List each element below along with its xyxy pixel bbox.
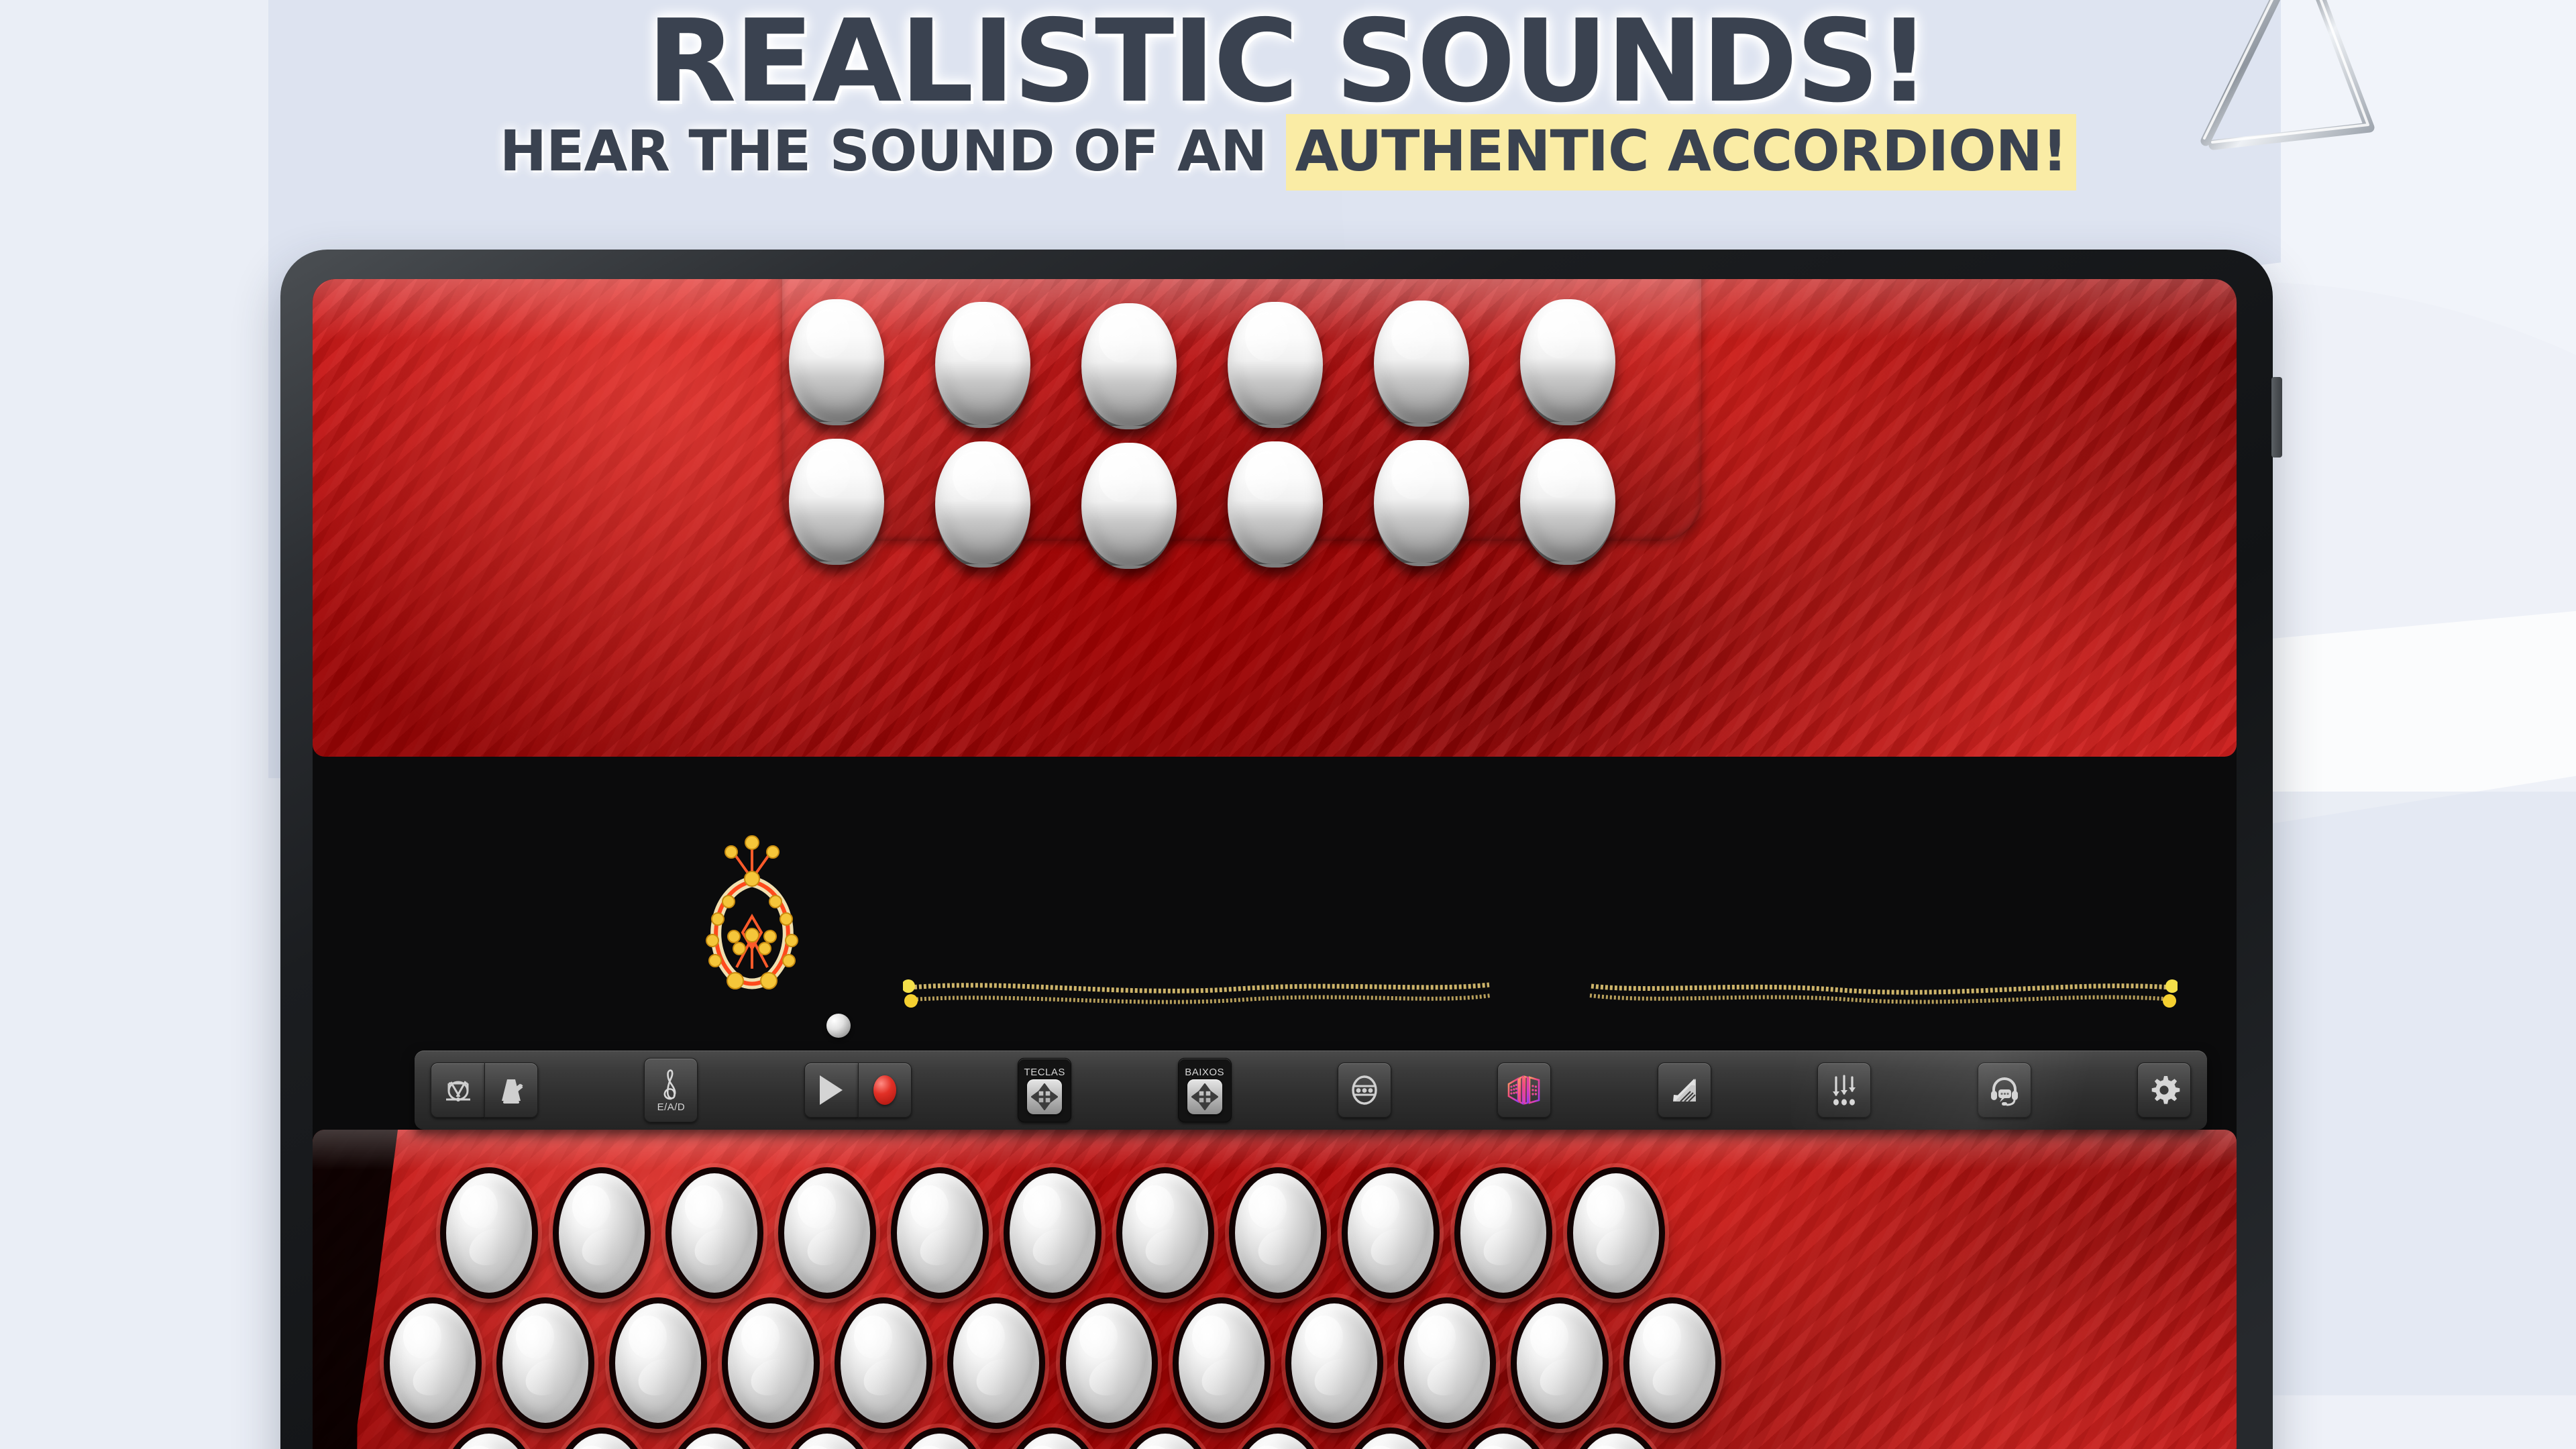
bass-move-label: BAIXOS <box>1185 1066 1225 1078</box>
treble-key[interactable] <box>891 1167 989 1299</box>
treble-key[interactable] <box>1004 1428 1102 1449</box>
treble-key[interactable] <box>778 1167 876 1299</box>
power-button[interactable] <box>2271 377 2282 458</box>
accordion-icon <box>1505 1073 1543 1107</box>
headset-icon <box>1988 1073 2021 1107</box>
app-toolbar: E/A/D TECLAS BAIXOS <box>415 1051 2207 1130</box>
treble-key-grid <box>384 1167 2237 1449</box>
settings[interactable] <box>2137 1063 2192 1118</box>
mixer[interactable] <box>1817 1063 1872 1118</box>
treble-key[interactable] <box>384 1297 482 1429</box>
metronome-icon <box>495 1074 527 1106</box>
bass-button[interactable] <box>1520 439 1615 565</box>
transport-group <box>804 1063 912 1118</box>
treble-keyboard-panel <box>313 1130 2237 1449</box>
keys-move-label: TECLAS <box>1024 1066 1065 1078</box>
treble-key[interactable] <box>722 1297 820 1429</box>
bass-button[interactable] <box>1374 440 1469 566</box>
record-button[interactable] <box>857 1063 912 1118</box>
accordion-app: E/A/D TECLAS BAIXOS <box>313 279 2237 1449</box>
gold-filigree-ornament <box>695 829 809 1010</box>
bass-button[interactable] <box>935 302 1030 428</box>
move-arrows-icon <box>1187 1079 1222 1114</box>
treble-key[interactable] <box>1511 1297 1609 1429</box>
treble-key[interactable] <box>440 1167 538 1299</box>
treble-key[interactable] <box>778 1428 876 1449</box>
treble-key[interactable] <box>553 1167 651 1299</box>
tambourine-toggle[interactable] <box>1338 1063 1392 1118</box>
gold-filigree-wave <box>1587 977 2178 1014</box>
metronome-toggle[interactable] <box>484 1063 538 1118</box>
bass-button[interactable] <box>789 299 884 425</box>
support[interactable] <box>1977 1063 2031 1118</box>
treble-key[interactable] <box>1285 1297 1383 1429</box>
move-arrows-icon <box>1027 1079 1063 1114</box>
tuning-selector-label: E/A/D <box>657 1101 686 1113</box>
treble-key[interactable] <box>1342 1167 1440 1299</box>
treble-key[interactable] <box>1567 1428 1665 1449</box>
tablet-device: E/A/D TECLAS BAIXOS <box>280 250 2282 1449</box>
treble-key[interactable] <box>1116 1428 1214 1449</box>
treble-key[interactable] <box>1004 1167 1102 1299</box>
drum-muted-icon <box>442 1074 474 1106</box>
treble-key[interactable] <box>665 1428 763 1449</box>
bass-button[interactable] <box>1374 301 1469 427</box>
treble-key[interactable] <box>496 1297 594 1429</box>
bellows-arrow-icon <box>1668 1073 1701 1107</box>
treble-key[interactable] <box>553 1428 651 1449</box>
sliders-icon <box>1828 1073 1860 1107</box>
treble-key[interactable] <box>1173 1297 1271 1429</box>
treble-key[interactable] <box>1623 1297 1721 1429</box>
treble-key[interactable] <box>1342 1428 1440 1449</box>
percussion-toggle[interactable] <box>431 1063 484 1118</box>
treble-key[interactable] <box>1567 1167 1665 1299</box>
bass-button[interactable] <box>1228 302 1323 428</box>
tambourine-icon <box>1347 1073 1382 1108</box>
instrument-select[interactable] <box>1497 1063 1552 1118</box>
bass-button[interactable] <box>1081 443 1177 569</box>
play-icon <box>820 1075 843 1105</box>
treble-key[interactable] <box>1060 1297 1158 1429</box>
bass-button[interactable] <box>1081 303 1177 429</box>
bass-button[interactable] <box>789 439 884 565</box>
gold-filigree-wave <box>903 977 1493 1014</box>
treble-key[interactable] <box>1229 1428 1327 1449</box>
bass-button-grid <box>789 299 1695 569</box>
bass-move[interactable]: BAIXOS <box>1177 1058 1232 1122</box>
treble-key[interactable] <box>1454 1428 1552 1449</box>
bass-panel <box>313 279 2237 1038</box>
treble-key[interactable] <box>1454 1167 1552 1299</box>
treble-clef-icon <box>659 1068 682 1100</box>
treble-key[interactable] <box>665 1167 763 1299</box>
bass-button[interactable] <box>1520 299 1615 425</box>
treble-key[interactable] <box>835 1297 932 1429</box>
gear-icon <box>2147 1073 2181 1107</box>
treble-key[interactable] <box>609 1297 707 1429</box>
play-button[interactable] <box>804 1063 858 1118</box>
record-icon <box>873 1075 896 1105</box>
bass-button[interactable] <box>935 441 1030 568</box>
keys-move[interactable]: TECLAS <box>1018 1058 1072 1122</box>
treble-key[interactable] <box>440 1428 538 1449</box>
treble-key[interactable] <box>1229 1167 1327 1299</box>
tuning-selector[interactable]: E/A/D <box>644 1058 698 1122</box>
bellows-toggle[interactable] <box>1657 1063 1711 1118</box>
treble-key[interactable] <box>891 1428 989 1449</box>
triangle-instrument-icon <box>2187 0 2469 168</box>
tablet-screen: E/A/D TECLAS BAIXOS <box>313 279 2237 1449</box>
percussion-group <box>431 1063 538 1118</box>
treble-key[interactable] <box>1116 1167 1214 1299</box>
treble-key[interactable] <box>1398 1297 1496 1429</box>
silver-knob[interactable] <box>826 1014 851 1038</box>
treble-key[interactable] <box>947 1297 1045 1429</box>
bass-button[interactable] <box>1228 441 1323 568</box>
